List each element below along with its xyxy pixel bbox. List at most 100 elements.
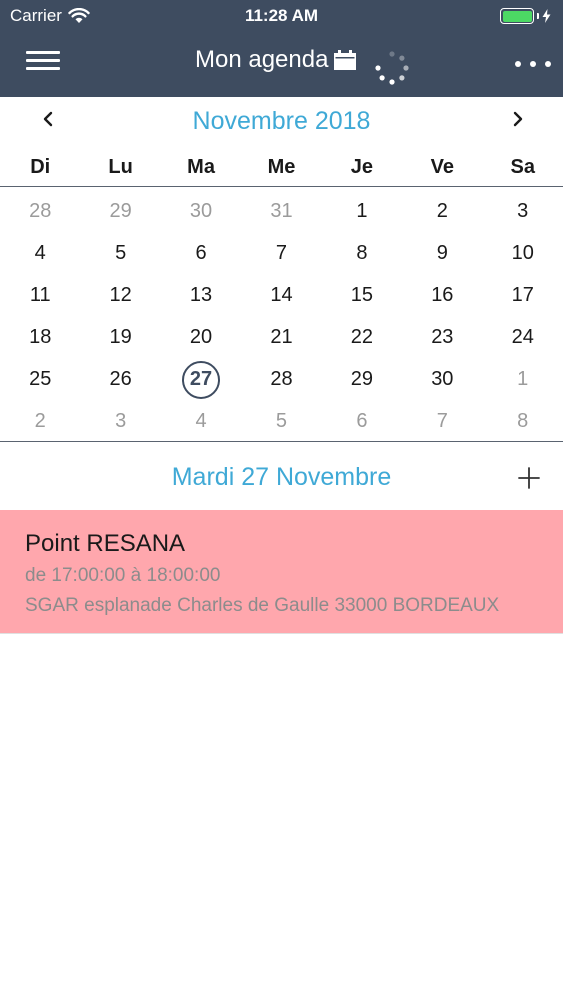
event-title: Point RESANA: [25, 530, 186, 557]
calendar-day[interactable]: 30: [161, 190, 241, 232]
calendar-day-number: 7: [436, 410, 448, 432]
calendar-day[interactable]: 2: [0, 400, 80, 442]
calendar-day[interactable]: 29: [80, 190, 160, 232]
calendar-week-row: 4 5 6 7 8 9 10: [0, 232, 563, 274]
calendar-day[interactable]: 11: [0, 274, 80, 316]
calendar-day-number: 29: [109, 200, 132, 222]
calendar-day[interactable]: 20: [161, 316, 241, 358]
calendar-day-number: 22: [350, 326, 374, 348]
weekday-label: Ve: [430, 156, 454, 178]
calendar-day[interactable]: 6: [322, 400, 402, 442]
calendar-day[interactable]: 28: [0, 190, 80, 232]
calendar-day[interactable]: 28: [241, 358, 321, 400]
selected-day-title: Mardi 27 Novembre: [171, 463, 392, 491]
calendar-day[interactable]: 3: [80, 400, 160, 442]
weekday-label: Je: [350, 156, 374, 178]
calendar-day-number: 3: [517, 200, 529, 222]
calendar-day[interactable]: 17: [483, 274, 563, 316]
calendar-day[interactable]: 7: [402, 400, 482, 442]
calendar-day-number: 20: [189, 326, 213, 348]
calendar-day-number: 3: [115, 410, 127, 432]
calendar-day[interactable]: 14: [241, 274, 321, 316]
add-event-button[interactable]: [514, 463, 544, 493]
calendar-day-number: 29: [350, 368, 374, 390]
calendar-day-number: 4: [34, 242, 46, 264]
calendar-day-number: 15: [350, 284, 374, 306]
calendar-day-number: 25: [29, 368, 52, 390]
event-time: de 17:00:00 à 18:00:00: [25, 565, 221, 586]
calendar-day[interactable]: 15: [322, 274, 402, 316]
calendar-day-number: 1: [517, 368, 529, 390]
calendar-day-number: 19: [109, 326, 132, 348]
calendar-day[interactable]: 23: [402, 316, 482, 358]
calendar-day[interactable]: 13: [161, 274, 241, 316]
calendar-day-number: 6: [195, 242, 207, 264]
calendar-icon: [334, 50, 357, 70]
event-item[interactable]: Point RESANA de 17:00:00 à 18:00:00 SGAR…: [0, 510, 563, 634]
calendar-day[interactable]: 4: [0, 232, 80, 274]
calendar-day[interactable]: 8: [322, 232, 402, 274]
calendar-week-row: 18 19 20 21 22 23 24: [0, 316, 563, 358]
calendar-day[interactable]: 2: [402, 190, 482, 232]
calendar-day[interactable]: 30: [402, 358, 482, 400]
calendar-day[interactable]: 24: [483, 316, 563, 358]
battery-icon: [500, 8, 551, 24]
calendar-week-row: 11 12 13 14 15 16 17: [0, 274, 563, 316]
calendar-day[interactable]: 5: [80, 232, 160, 274]
calendar-day[interactable]: 8: [483, 400, 563, 442]
calendar-day[interactable]: 1: [322, 190, 402, 232]
calendar-day-number: 21: [270, 326, 293, 348]
calendar-day[interactable]: 5: [241, 400, 321, 442]
selected-day-header: Mardi 27 Novembre: [0, 443, 563, 509]
calendar-day-selected[interactable]: 27: [161, 358, 241, 400]
calendar-day[interactable]: 6: [161, 232, 241, 274]
nav-bar: Mon agenda: [0, 32, 563, 97]
more-dots-icon: [515, 61, 521, 67]
month-title: Novembre 2018: [192, 107, 371, 135]
status-bar: Carrier 11:28 AM: [0, 0, 563, 32]
calendar-day-number: 23: [431, 326, 454, 348]
next-month-button[interactable]: [503, 105, 533, 135]
calendar-day-number: 12: [109, 284, 132, 306]
calendar-day[interactable]: 26: [80, 358, 160, 400]
calendar-day[interactable]: 29: [322, 358, 402, 400]
nav-title-group: Mon agenda: [195, 46, 357, 74]
calendar-day[interactable]: 7: [241, 232, 321, 274]
calendar-divider: [0, 441, 563, 442]
calendar-day[interactable]: 4: [161, 400, 241, 442]
calendar-day[interactable]: 10: [483, 232, 563, 274]
calendar-day[interactable]: 22: [322, 316, 402, 358]
calendar-day-number: 1: [356, 200, 368, 222]
spinner-icon: [375, 51, 409, 85]
calendar-day-number: 31: [270, 200, 293, 222]
calendar-day[interactable]: 21: [241, 316, 321, 358]
calendar-day-number: 13: [189, 284, 213, 306]
page-title: Mon agenda: [195, 46, 329, 73]
weekday-label: Lu: [108, 156, 133, 178]
weekday-label: Di: [30, 156, 51, 178]
calendar-day-number: 5: [275, 410, 288, 432]
calendar-grid: 28 29 30 31 1 2 3 4 5 6 7 8 9 10 11 12 13 14 15 16 17 18 19 20 2…: [0, 190, 563, 442]
calendar-week-row: 25 26 27 28 29 30 1: [0, 358, 563, 400]
calendar-day-number: 14: [270, 284, 293, 306]
calendar-day-number: 10: [511, 242, 534, 264]
calendar-week-row: 2 3 4 5 6 7 8: [0, 400, 563, 442]
calendar-day-number: 26: [109, 368, 132, 390]
calendar-day-number: 17: [511, 284, 534, 306]
weekday-label: Ma: [187, 156, 215, 178]
more-button[interactable]: [515, 54, 551, 74]
weekday-label: Me: [267, 156, 296, 178]
status-time: 11:28 AM: [244, 6, 319, 25]
calendar-day[interactable]: 3: [483, 190, 563, 232]
calendar-day[interactable]: 1: [483, 358, 563, 400]
calendar-day-number: 6: [356, 410, 368, 432]
calendar-day[interactable]: 12: [80, 274, 160, 316]
calendar-day[interactable]: 9: [402, 232, 482, 274]
calendar-day-number: 8: [356, 242, 368, 264]
calendar-day[interactable]: 25: [0, 358, 80, 400]
menu-button[interactable]: [22, 47, 62, 79]
calendar-day[interactable]: 16: [402, 274, 482, 316]
calendar-day[interactable]: 31: [241, 190, 321, 232]
calendar-day[interactable]: 18: [0, 316, 80, 358]
calendar-day[interactable]: 19: [80, 316, 160, 358]
